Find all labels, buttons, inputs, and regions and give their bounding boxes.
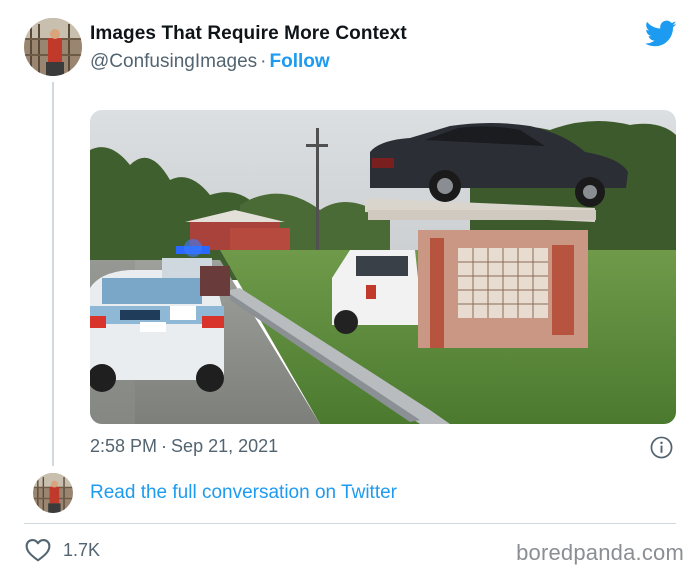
watermark: boredpanda.com (516, 540, 684, 565)
tweet-date: Sep 21, 2021 (171, 436, 279, 456)
author-handle-row: @ConfusingImages · Follow (90, 51, 330, 73)
tweet-time: 2:58 PM (90, 436, 158, 456)
read-full-conversation-link[interactable]: Read the full conversation on Twitter (90, 482, 397, 504)
like-count: 1.7K (63, 539, 101, 560)
divider (24, 523, 676, 524)
author-handle[interactable]: @ConfusingImages (90, 51, 257, 72)
thread-line (52, 82, 54, 466)
author-display-name[interactable]: Images That Require More Context (90, 23, 407, 45)
separator-dot: · (260, 51, 267, 72)
author-avatar[interactable] (24, 18, 82, 76)
heart-icon[interactable] (25, 538, 51, 562)
embedded-tweet-card: Images That Require More Context @Confus… (0, 0, 700, 577)
separator-dot: · (161, 436, 168, 456)
like-button[interactable]: 1.7K (25, 538, 100, 562)
tweet-timestamp[interactable]: 2:58 PM · Sep 21, 2021 (90, 436, 278, 457)
info-icon[interactable] (650, 436, 673, 459)
author-avatar-small[interactable] (33, 473, 73, 513)
tweet-photo[interactable] (90, 110, 676, 424)
follow-button[interactable]: Follow (269, 51, 329, 72)
twitter-bird-icon[interactable] (645, 20, 677, 48)
